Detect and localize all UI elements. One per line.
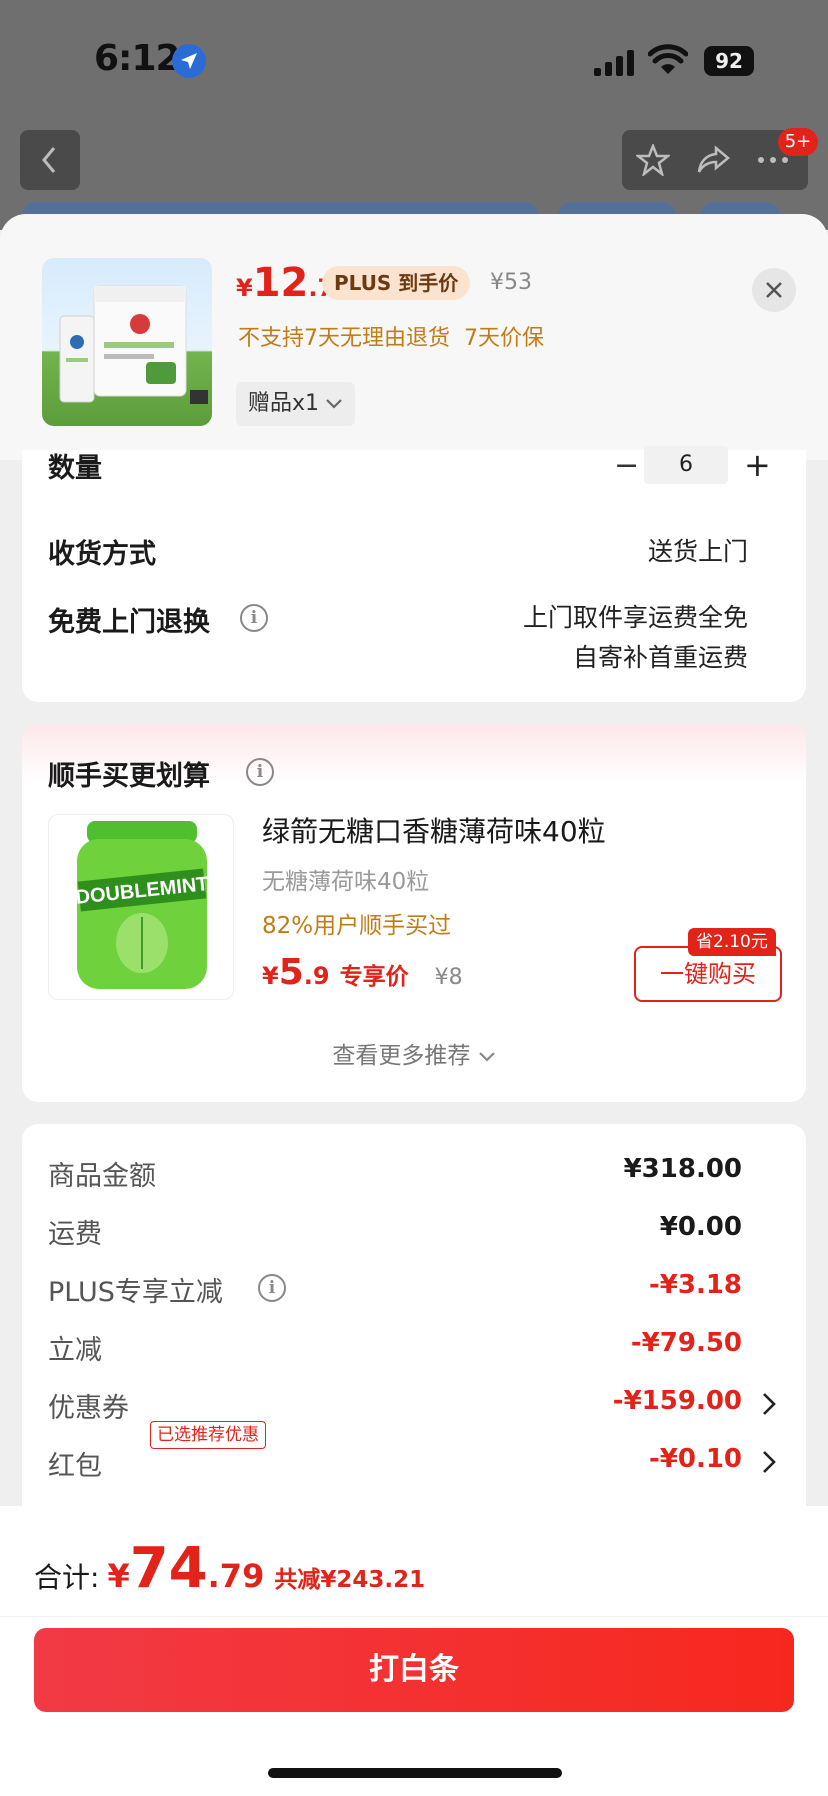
gum-subtitle: 无糖薄荷味40粒 (262, 869, 430, 895)
info-icon[interactable]: i (246, 758, 274, 786)
info-icon[interactable]: i (240, 604, 268, 632)
summary-value-goods: ¥318.00 (623, 1154, 742, 1184)
location-arrow-icon (172, 44, 206, 78)
share-icon[interactable] (696, 144, 730, 176)
quantity-row: 数量 − 6 + (22, 446, 806, 486)
signal-icon (594, 50, 634, 76)
baitiao-pay-button[interactable]: 打白条 (34, 1628, 794, 1712)
product-sheet-header: ¥ 12 .7 PLUS 到手价 ¥53 不支持7天无理由退货 7天价保 赠品x… (0, 214, 828, 460)
summary-value-shipping: ¥0.00 (659, 1212, 742, 1242)
summary-label-instant-discount: 立减 (48, 1335, 102, 1366)
total-currency: ¥ (107, 1557, 130, 1595)
total-label: 合计: (34, 1561, 100, 1594)
total-integer: 74 (129, 1536, 208, 1601)
return-detail-line2: 自寄补首重运费 (572, 643, 748, 672)
checkout-bar: 合计: ¥ 74 .79 共减¥243.21 打白条 (0, 1506, 828, 1796)
home-indicator (268, 1768, 562, 1778)
free-return-label: 免费上门退换 (48, 607, 210, 638)
coupon-recommended-tag: 已选推荐优惠 (150, 1421, 266, 1449)
product-price: ¥ 12 .7 (236, 260, 334, 308)
chevron-right-icon[interactable] (762, 1392, 776, 1416)
summary-label-red-packet[interactable]: 红包 (48, 1444, 102, 1483)
summary-value-plus-discount: -¥3.18 (648, 1270, 742, 1300)
gift-selector[interactable]: 赠品x1 (236, 382, 356, 426)
divider (0, 1616, 828, 1617)
summary-label-plus-discount: PLUS专享立减 (48, 1277, 223, 1308)
summary-value-coupon[interactable]: -¥159.00 (613, 1386, 742, 1416)
info-icon[interactable]: i (258, 1274, 286, 1302)
gum-title[interactable]: 绿箭无糖口香糖薄荷味40粒 (262, 810, 606, 850)
save-badge: 省2.10元 (688, 928, 776, 956)
recommendation-card: 顺手买更划算 i DOUBLEMINT 绿箭无糖口香糖薄荷味40粒 无糖薄荷味4… (22, 724, 806, 1102)
order-options-card: 数量 − 6 + 收货方式 送货上门 免费上门退换 i 上门取件享运费全免 自寄… (22, 446, 806, 702)
close-button[interactable] (752, 268, 796, 312)
chevron-down-icon (326, 399, 342, 409)
wifi-icon (648, 44, 688, 74)
chevron-right-icon[interactable] (762, 1450, 776, 1474)
gum-price-integer: 5 (278, 952, 304, 993)
summary-value-red-packet[interactable]: -¥0.10 (649, 1444, 742, 1474)
total-decimal: .79 (207, 1557, 265, 1595)
quantity-increase-button[interactable]: + (744, 446, 771, 484)
quantity-label: 数量 (48, 453, 102, 484)
back-icon (42, 147, 56, 173)
chevron-down-icon (478, 1052, 495, 1062)
gum-purchase-rate: 82%用户顺手买过 (262, 913, 452, 939)
summary-label-coupon[interactable]: 优惠券 (48, 1386, 129, 1425)
return-notice: 不支持7天无理由退货 7天价保 (238, 326, 544, 351)
gum-price-currency: ¥ (262, 962, 279, 990)
back-button[interactable] (20, 130, 80, 190)
return-detail-line1: 上门取件享运费全免 (522, 603, 748, 632)
recommendation-title: 顺手买更划算 (48, 761, 210, 792)
status-bar: 6:12 92 (0, 0, 828, 120)
more-recommendations-link[interactable]: 查看更多推荐 (22, 1036, 806, 1070)
product-image (42, 258, 212, 426)
gum-original-price: ¥8 (434, 965, 463, 990)
gum-price: ¥ 5 .9 专享价 ¥8 (262, 952, 463, 993)
close-icon (766, 282, 782, 298)
status-time: 6:12 (94, 38, 181, 79)
quantity-decrease-button[interactable]: − (614, 448, 639, 483)
quantity-input[interactable]: 6 (644, 446, 728, 484)
plus-price-tag: PLUS 到手价 (322, 266, 471, 300)
gift-label: 赠品x1 (248, 391, 320, 416)
summary-label-goods: 商品金额 (48, 1161, 156, 1192)
gum-price-decimal: .9 (303, 962, 330, 990)
total-savings: 共减¥243.21 (274, 1567, 426, 1593)
gum-exclusive-label: 专享价 (339, 964, 409, 990)
delivery-value[interactable]: 送货上门 (648, 532, 748, 568)
price-integer: 12 (252, 260, 309, 306)
gum-product-image[interactable]: DOUBLEMINT (48, 814, 234, 1000)
total-amount: 合计: ¥ 74 .79 共减¥243.21 (34, 1536, 425, 1601)
more-recommendations-label: 查看更多推荐 (332, 1043, 471, 1069)
price-currency: ¥ (236, 274, 253, 302)
summary-value-instant-discount: -¥79.50 (630, 1328, 742, 1358)
delivery-label: 收货方式 (48, 539, 156, 570)
message-badge: 5+ (778, 128, 818, 156)
battery-indicator: 92 (704, 46, 754, 76)
original-price: ¥53 (490, 270, 532, 295)
star-icon[interactable] (636, 144, 670, 176)
summary-label-shipping: 运费 (48, 1219, 102, 1250)
